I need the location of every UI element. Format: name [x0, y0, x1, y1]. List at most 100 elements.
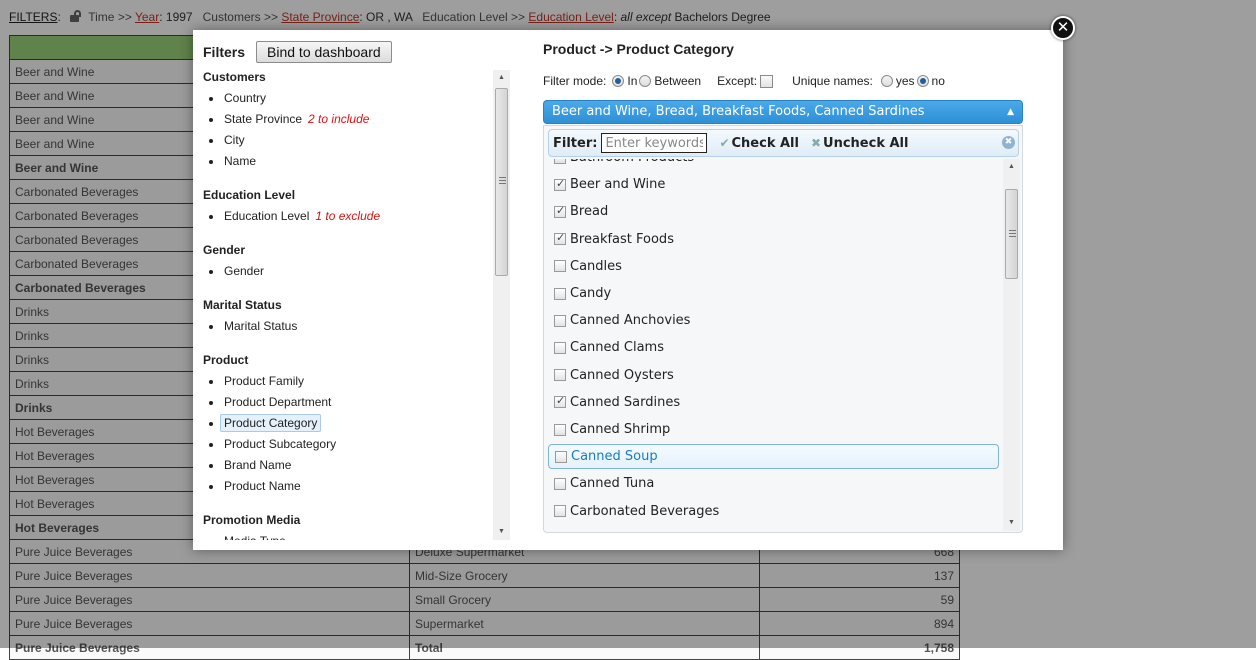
category-option[interactable]: Bread	[548, 199, 999, 224]
dimension-level-label[interactable]: Marital Status	[224, 319, 297, 333]
category-option[interactable]: Breakfast Foods	[548, 227, 999, 252]
category-option[interactable]: Candy	[548, 281, 999, 306]
dimension-level-list: Media Type	[203, 531, 493, 540]
dimension-level-label[interactable]: Brand Name	[224, 458, 291, 472]
category-option[interactable]: Canned Soup	[548, 444, 999, 470]
uncheck-all-button[interactable]: ✖ Uncheck All	[811, 136, 909, 151]
dimension-level-list: Marital Status	[203, 316, 493, 337]
dimension-level-label[interactable]: Product Department	[224, 395, 331, 409]
dimension-level-label[interactable]: City	[224, 133, 245, 147]
filter-mode-in-radio[interactable]	[612, 75, 625, 87]
category-option[interactable]: Bathroom Products	[548, 159, 999, 170]
bind-to-dashboard-button[interactable]: Bind to dashboard	[256, 41, 392, 63]
check-all-button[interactable]: ✔ Check All	[719, 136, 799, 151]
dimension-level-item[interactable]: Product Family	[203, 371, 493, 392]
dimension-level-item[interactable]: Marital Status	[203, 316, 493, 337]
checked-checkbox-icon[interactable]	[554, 204, 566, 218]
category-option[interactable]: Canned Sardines	[548, 390, 999, 415]
scroll-up-arrow-icon[interactable]: ▲	[493, 70, 510, 86]
category-option-label: Canned Clams	[570, 340, 664, 356]
dimension-level-item[interactable]: Brand Name	[203, 455, 493, 476]
filter-mode-between-label[interactable]: Between	[654, 74, 701, 88]
checkbox-icon[interactable]	[554, 423, 566, 436]
category-option[interactable]: Candles	[548, 254, 999, 279]
category-option[interactable]: Carbonated Beverages	[548, 499, 999, 524]
unique-names-yes-label[interactable]: yes	[896, 74, 915, 88]
options-scrollbar[interactable]: ▲ ▼	[1003, 159, 1020, 531]
checkbox-icon[interactable]	[554, 287, 566, 300]
scroll-down-arrow-icon[interactable]: ▼	[493, 524, 510, 540]
close-menu-icon[interactable]: ✖	[1002, 136, 1015, 149]
dimension-level-item[interactable]: Education Level 1 to exclude	[203, 206, 493, 227]
dimension-level-item[interactable]: Name	[203, 151, 493, 172]
checkbox-icon[interactable]	[554, 477, 566, 490]
close-icon[interactable]: ✕	[1051, 16, 1075, 40]
unique-names-no-radio[interactable]	[916, 75, 929, 87]
dimension-level-label[interactable]: Country	[224, 91, 266, 105]
dimension-level-label[interactable]: Media Type	[224, 534, 286, 540]
except-checkbox[interactable]	[760, 74, 774, 88]
category-option[interactable]: Canned Anchovies	[548, 308, 999, 333]
checkbox-icon[interactable]	[554, 369, 566, 382]
checked-checkbox-icon[interactable]	[554, 231, 566, 246]
unique-names-yes-radio[interactable]	[880, 75, 893, 87]
checked-checkbox-icon[interactable]	[554, 177, 566, 191]
scroll-thumb[interactable]	[1005, 189, 1018, 279]
category-option[interactable]: Canned Shrimp	[548, 417, 999, 442]
category-option[interactable]: Beer and Wine	[548, 172, 999, 197]
scroll-down-arrow-icon[interactable]: ▼	[1003, 515, 1020, 531]
checkbox-icon[interactable]	[554, 505, 566, 518]
dimension-level-item[interactable]: Country	[203, 88, 493, 109]
dimension-level-item[interactable]: Product Category	[203, 413, 493, 434]
dimension-level-label[interactable]: Education Level	[224, 209, 309, 223]
checkmark-icon: ✔	[719, 135, 730, 150]
category-option-label: Canned Shrimp	[570, 422, 671, 437]
unique-names-no-label[interactable]: no	[932, 74, 945, 88]
x-icon: ✖	[810, 135, 822, 150]
checkbox-icon[interactable]	[554, 260, 566, 273]
category-option[interactable]: Canned Clams	[548, 335, 999, 360]
tree-scrollbar[interactable]: ▲ ▼	[493, 70, 510, 540]
filter-keywords-label: Filter:	[553, 135, 598, 151]
checkbox-icon[interactable]	[555, 450, 567, 463]
dimension-level-label[interactable]: Name	[224, 154, 256, 168]
filter-keywords-input[interactable]	[601, 133, 708, 153]
dimension-level-item[interactable]: Product Department	[203, 392, 493, 413]
dimension-group-title: Product	[203, 353, 249, 367]
dimension-level-label[interactable]: State Province	[224, 112, 302, 126]
scroll-up-arrow-icon[interactable]: ▲	[1003, 159, 1020, 175]
filters-tree-pane: Filters Bind to dashboard Customers Count…	[193, 30, 513, 550]
category-option-label: Canned Tuna	[570, 476, 655, 492]
dimension-level-item[interactable]: Product Subcategory	[203, 434, 493, 455]
dimension-level-label[interactable]: Product Name	[224, 479, 301, 493]
dimension-level-item[interactable]: Media Type	[203, 531, 493, 540]
level-filter-title: Product -> Product Category	[543, 41, 734, 57]
multiselect-filter-header: Filter: ✔Check All ✖Uncheck All ✖	[548, 129, 1019, 157]
filter-mode-between-radio[interactable]	[639, 75, 652, 87]
dimension-level-label[interactable]: Gender	[224, 264, 264, 278]
checkbox-icon[interactable]	[554, 341, 566, 354]
category-option-label: Canned Soup	[571, 449, 658, 465]
scroll-thumb[interactable]	[495, 88, 508, 276]
category-option[interactable]: Canned Tuna	[548, 471, 999, 496]
filters-dialog: Filters Bind to dashboard Customers Count…	[193, 30, 1063, 550]
filter-mode-in-label[interactable]: In	[627, 74, 637, 88]
dimension-level-item[interactable]: State Province 2 to include	[203, 109, 493, 130]
except-label: Except:	[717, 74, 758, 88]
dropdown-arrows-icon: ▲	[1007, 107, 1014, 117]
multiselect-dropdown[interactable]: Beer and Wine, Bread, Breakfast Foods, C…	[543, 100, 1023, 124]
dimension-level-item[interactable]: Product Name	[203, 476, 493, 497]
filter-mode-label: Filter mode:	[543, 74, 607, 88]
check-all-label: Check All	[731, 135, 799, 151]
dimension-group-title: Gender	[203, 243, 246, 257]
dimension-level-item[interactable]: Gender	[203, 261, 493, 282]
category-option[interactable]: Canned Oysters	[548, 363, 999, 388]
dimension-level-item[interactable]: City	[203, 130, 493, 151]
dimension-level-label[interactable]: Product Subcategory	[224, 437, 336, 451]
dimension-level-label[interactable]: Product Family	[224, 374, 304, 388]
checkbox-icon[interactable]	[554, 314, 566, 327]
dimension-level-label[interactable]: Product Category	[220, 414, 322, 432]
checkbox-icon[interactable]	[554, 159, 566, 164]
category-option-label: Canned Sardines	[570, 394, 681, 410]
checked-checkbox-icon[interactable]	[554, 394, 566, 409]
